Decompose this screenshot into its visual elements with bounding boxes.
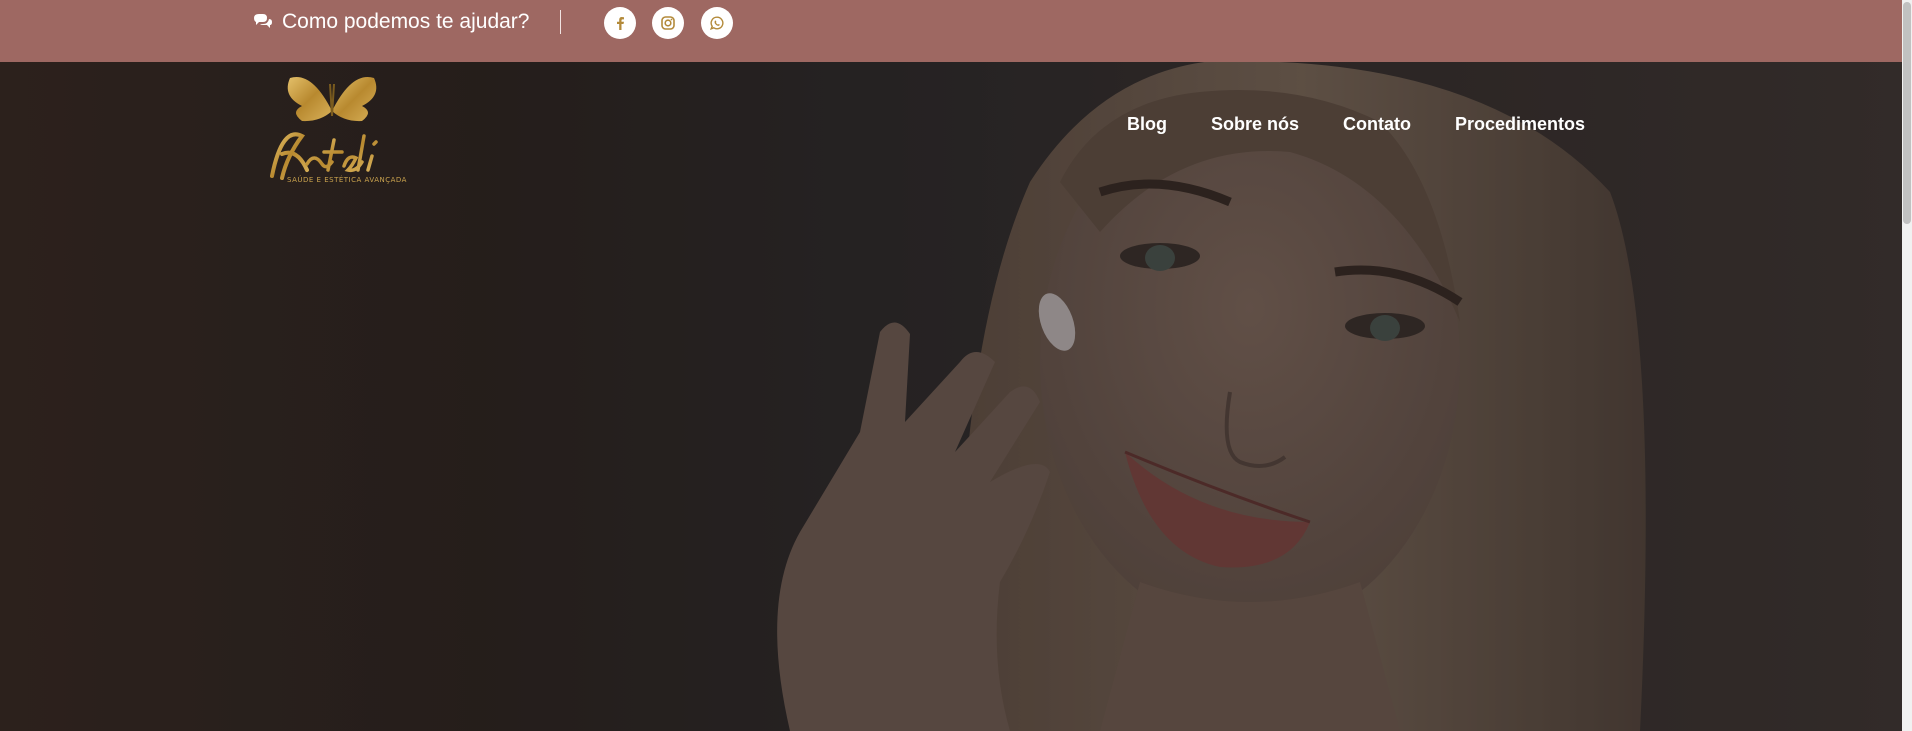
facebook-icon bbox=[617, 17, 624, 30]
chat-icon bbox=[254, 14, 272, 28]
nav-procedimentos[interactable]: Procedimentos bbox=[1455, 114, 1585, 135]
facebook-button[interactable] bbox=[604, 7, 636, 39]
help-text: Como podemos te ajudar? bbox=[282, 10, 530, 33]
logo-tagline: SAÚDE E ESTÉTICA AVANÇADA bbox=[287, 175, 407, 184]
instagram-button[interactable] bbox=[652, 7, 684, 39]
nav-contato[interactable]: Contato bbox=[1343, 114, 1411, 135]
divider bbox=[560, 10, 561, 34]
whatsapp-icon bbox=[710, 16, 724, 30]
nav-sobre-nos[interactable]: Sobre nós bbox=[1211, 114, 1299, 135]
instagram-icon bbox=[661, 16, 675, 30]
main-nav: Blog Sobre nós Contato Procedimentos bbox=[1127, 114, 1585, 135]
help-link[interactable]: Como podemos te ajudar? bbox=[252, 10, 529, 34]
butterfly-logo-icon: SAÚDE E ESTÉTICA AVANÇADA bbox=[270, 76, 407, 184]
top-bar: Como podemos te ajudar? bbox=[0, 0, 1902, 62]
scrollbar[interactable] bbox=[1902, 0, 1912, 731]
whatsapp-button[interactable] bbox=[701, 7, 733, 39]
nav-blog[interactable]: Blog bbox=[1127, 114, 1167, 135]
scrollbar-thumb[interactable] bbox=[1903, 2, 1911, 224]
logo[interactable]: SAÚDE E ESTÉTICA AVANÇADA bbox=[252, 66, 412, 189]
